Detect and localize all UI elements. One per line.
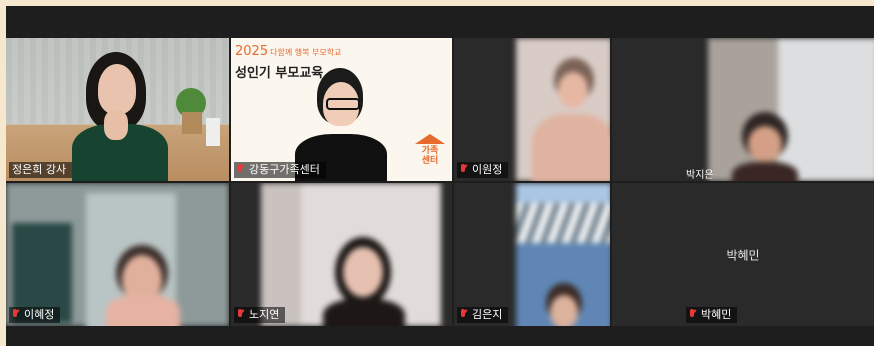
participant-tile[interactable]: 노지연 xyxy=(231,183,452,326)
muted-mic-icon xyxy=(12,309,20,321)
muted-mic-icon xyxy=(689,309,697,321)
participant-tile[interactable]: 이원정 xyxy=(454,38,610,181)
participant-tile[interactable]: 정은희 강사 xyxy=(6,38,229,181)
participant-name-label: 이혜정 xyxy=(9,307,61,323)
participant-name-label: 박혜민 xyxy=(686,307,738,323)
muted-mic-icon xyxy=(460,164,468,176)
muted-mic-icon xyxy=(460,309,468,321)
participant-tile[interactable]: 2025 다함께 행복 부모학교 성인기 부모교육 가족센터 강동구가족센터 xyxy=(231,38,452,181)
logo-icon: 가족센터 xyxy=(415,134,445,166)
muted-mic-icon xyxy=(237,164,245,176)
participant-tile[interactable]: 박혜민 박혜민 xyxy=(612,183,874,326)
participant-name-label: 정은희 강사 xyxy=(9,162,73,178)
video-feed xyxy=(612,38,874,181)
muted-mic-icon xyxy=(237,309,245,321)
participant-name-label: 이원정 xyxy=(457,162,509,178)
participant-name-center: 박혜민 xyxy=(726,248,760,262)
participant-tile[interactable]: 이혜정 xyxy=(6,183,229,326)
participant-name-label: 김은지 xyxy=(457,307,509,323)
video-feed xyxy=(231,183,452,326)
participant-name-label: 박지은 xyxy=(686,170,714,181)
video-feed xyxy=(454,183,610,326)
participant-tile[interactable]: 김은지 xyxy=(454,183,610,326)
video-feed: 2025 다함께 행복 부모학교 성인기 부모교육 가족센터 xyxy=(231,38,452,181)
meeting-window: 정은희 강사 2025 다함께 행복 부모학교 성인기 부모교육 가족센터 강동구… xyxy=(6,6,874,346)
video-feed xyxy=(6,183,229,326)
presentation-title: 성인기 부모교육 xyxy=(235,66,324,81)
participant-tile[interactable]: 박지은 xyxy=(612,38,874,181)
presentation-year: 2025 다함께 행복 부모학교 xyxy=(235,44,342,59)
participant-name-label: 노지연 xyxy=(234,307,286,323)
participant-name-label: 강동구가족센터 xyxy=(234,162,326,178)
video-feed xyxy=(454,38,610,181)
video-feed xyxy=(6,38,229,181)
